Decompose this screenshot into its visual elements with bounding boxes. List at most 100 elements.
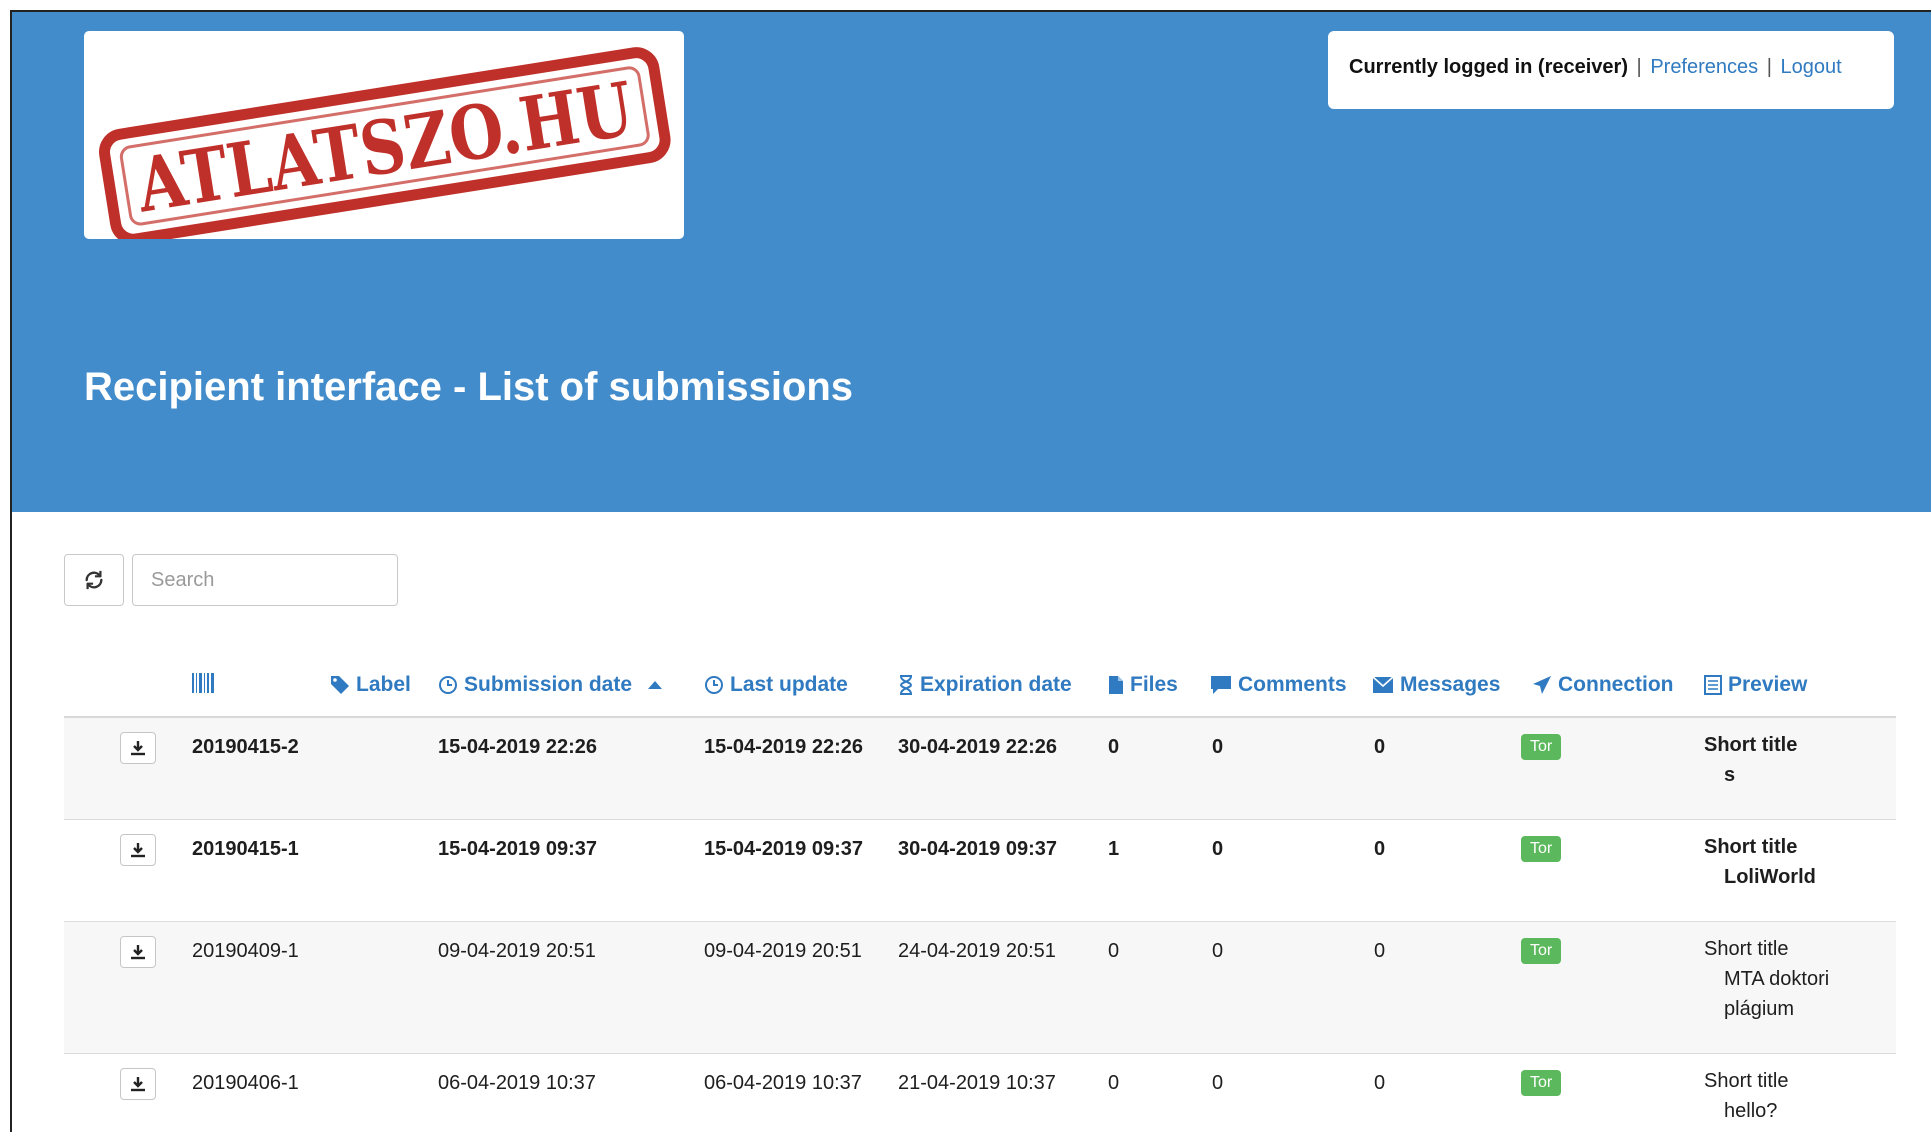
send-icon — [1533, 676, 1551, 694]
list-icon — [1704, 675, 1722, 695]
table-row[interactable]: 20190415-2 15-04-2019 22:26 15-04-2019 2… — [64, 718, 1896, 820]
cell-comments: 0 — [1212, 736, 1224, 758]
cell-id: 20190415-1 — [192, 838, 299, 860]
column-header-preview[interactable]: Preview — [1704, 673, 1807, 697]
header-banner: ATLATSZO.HU Currently logged in (receive… — [12, 12, 1931, 512]
file-icon — [1109, 676, 1123, 694]
tag-icon — [331, 676, 349, 694]
cell-comments: 0 — [1212, 1072, 1224, 1094]
cell-expiration-date: 24-04-2019 20:51 — [898, 940, 1056, 962]
cell-messages: 0 — [1374, 1072, 1386, 1094]
column-header-label: Label — [356, 673, 411, 696]
column-header-label[interactable]: Label — [330, 673, 411, 697]
connection-badge: Tor — [1521, 734, 1562, 760]
download-icon — [131, 1077, 145, 1092]
column-header-connection[interactable]: Connection — [1532, 673, 1674, 697]
preview-body: s — [1724, 764, 1736, 786]
preview-title: Short title — [1704, 836, 1798, 858]
column-header-files[interactable]: Files — [1108, 673, 1178, 697]
cell-files: 0 — [1108, 940, 1120, 962]
preferences-link[interactable]: Preferences — [1650, 56, 1758, 78]
preview-title: Short title — [1704, 938, 1789, 960]
cell-id: 20190409-1 — [192, 940, 299, 962]
cell-files: 0 — [1108, 1072, 1120, 1094]
cell-files: 0 — [1108, 736, 1120, 758]
barcode-icon — [192, 673, 214, 693]
cell-last-update: 15-04-2019 22:26 — [704, 736, 864, 758]
column-header-label: Last update — [730, 673, 848, 696]
submissions-table: Label Submission date Last update Expira… — [64, 664, 1896, 1132]
cell-preview: Short title LoliWorld — [1704, 832, 1874, 892]
page-title: Recipient interface - List of submission… — [84, 365, 854, 409]
download-button[interactable] — [120, 732, 156, 764]
column-header-label: Submission date — [464, 673, 633, 696]
column-header-id[interactable] — [192, 673, 220, 693]
preview-title: Short title — [1704, 1070, 1789, 1092]
download-button[interactable] — [120, 1068, 156, 1100]
cell-last-update: 09-04-2019 20:51 — [704, 940, 862, 962]
cell-files: 1 — [1108, 838, 1120, 860]
preview-body: MTA doktori plágium — [1724, 968, 1830, 1020]
sort-ascending-icon — [648, 681, 663, 689]
table-row[interactable]: 20190415-1 15-04-2019 09:37 15-04-2019 0… — [64, 820, 1896, 922]
envelope-icon — [1372, 676, 1394, 693]
hourglass-icon — [899, 675, 913, 695]
cell-preview: Short title hello? — [1704, 1066, 1874, 1126]
table-row[interactable]: 20190406-1 06-04-2019 10:37 06-04-2019 1… — [64, 1054, 1896, 1132]
atlatszo-stamp-logo: ATLATSZO.HU — [99, 47, 671, 245]
clock-icon — [705, 676, 723, 694]
download-button[interactable] — [120, 936, 156, 968]
column-header-submission-date[interactable]: Submission date — [438, 673, 664, 697]
cell-expiration-date: 30-04-2019 09:37 — [898, 838, 1058, 860]
column-header-comments[interactable]: Comments — [1210, 673, 1347, 697]
column-header-label: Connection — [1558, 673, 1674, 696]
column-header-label: Messages — [1400, 673, 1501, 696]
app-frame: ATLATSZO.HU Currently logged in (receive… — [10, 10, 1931, 1132]
preview-body: LoliWorld — [1724, 866, 1816, 888]
cell-submission-date: 06-04-2019 10:37 — [438, 1072, 596, 1094]
logo[interactable]: ATLATSZO.HU — [84, 31, 684, 245]
cell-messages: 0 — [1374, 838, 1386, 860]
cell-messages: 0 — [1374, 736, 1386, 758]
cell-preview: Short title MTA doktori plágium — [1704, 934, 1874, 1024]
cell-submission-date: 09-04-2019 20:51 — [438, 940, 596, 962]
username-link[interactable]: receiver — [1545, 56, 1622, 78]
cell-comments: 0 — [1212, 838, 1224, 860]
cell-last-update: 15-04-2019 09:37 — [704, 838, 864, 860]
clock-icon — [439, 676, 457, 694]
connection-badge: Tor — [1521, 1070, 1562, 1096]
column-header-label: Preview — [1728, 673, 1808, 696]
column-header-messages[interactable]: Messages — [1372, 673, 1500, 697]
table-row[interactable]: 20190409-1 09-04-2019 20:51 09-04-2019 2… — [64, 922, 1896, 1054]
download-button[interactable] — [120, 834, 156, 866]
cell-messages: 0 — [1374, 940, 1386, 962]
separator: | — [1766, 56, 1772, 78]
cell-id: 20190415-2 — [192, 736, 299, 758]
connection-badge: Tor — [1521, 938, 1562, 964]
cell-submission-date: 15-04-2019 09:37 — [438, 838, 598, 860]
logged-in-prefix: Currently logged in ( — [1349, 56, 1545, 78]
column-header-expiration-date[interactable]: Expiration date — [898, 673, 1072, 697]
comment-icon — [1211, 676, 1231, 694]
cell-preview: Short title s — [1704, 730, 1874, 790]
logged-in-suffix: ) — [1621, 56, 1628, 78]
cell-expiration-date: 30-04-2019 22:26 — [898, 736, 1058, 758]
refresh-icon — [85, 570, 103, 590]
search-input[interactable] — [132, 554, 398, 606]
column-header-label: Files — [1130, 673, 1178, 696]
separator: | — [1636, 56, 1642, 78]
cell-submission-date: 15-04-2019 22:26 — [438, 736, 598, 758]
cell-last-update: 06-04-2019 10:37 — [704, 1072, 862, 1094]
column-header-label: Comments — [1238, 673, 1347, 696]
refresh-button[interactable] — [64, 554, 124, 606]
download-icon — [131, 741, 145, 756]
column-header-last-update[interactable]: Last update — [704, 673, 848, 697]
user-panel: Currently logged in (receiver) | Prefere… — [1328, 31, 1894, 109]
logout-link[interactable]: Logout — [1780, 56, 1841, 78]
download-icon — [131, 945, 145, 960]
cell-expiration-date: 21-04-2019 10:37 — [898, 1072, 1056, 1094]
preview-body: hello? — [1724, 1100, 1778, 1122]
preview-title: Short title — [1704, 734, 1798, 756]
cell-id: 20190406-1 — [192, 1072, 299, 1094]
column-header-label: Expiration date — [920, 673, 1072, 696]
